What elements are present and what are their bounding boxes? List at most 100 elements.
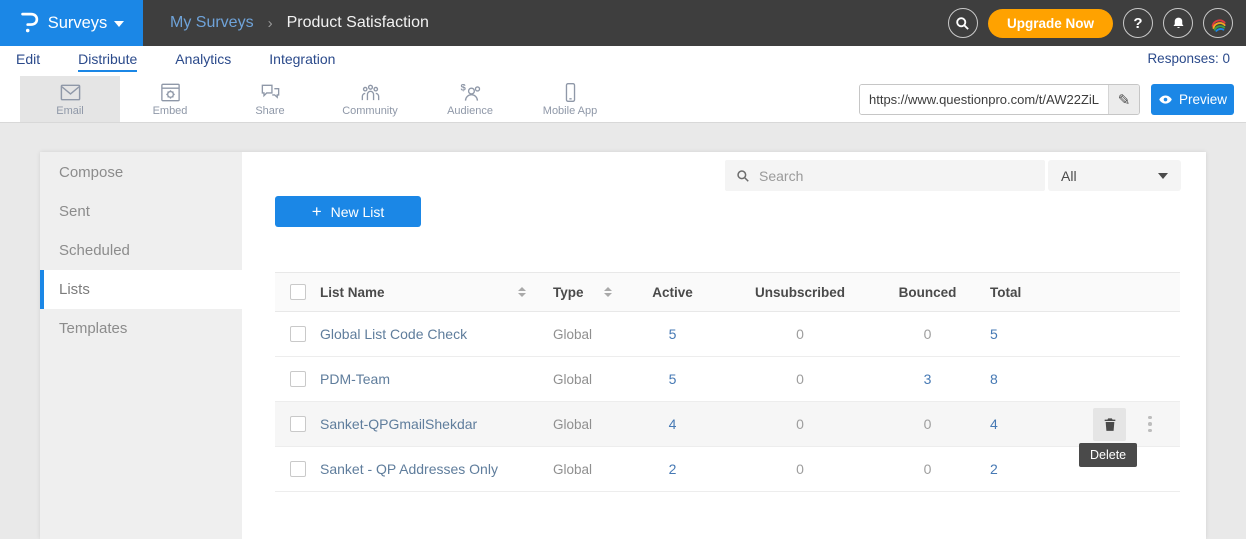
search-icon [736, 169, 750, 183]
list-name-link[interactable]: Sanket - QP Addresses Only [320, 461, 498, 477]
list-type: Global [553, 462, 592, 477]
channel-audience[interactable]: $ Audience [420, 76, 520, 122]
list-name-link[interactable]: Global List Code Check [320, 326, 467, 342]
help-button[interactable]: ? [1123, 8, 1153, 38]
survey-nav: Edit Distribute Analytics Integration Respo… [0, 46, 1246, 76]
app-window: Surveys My Surveys › Product Satisfactio… [0, 0, 1246, 539]
tab-integration[interactable]: Integration [269, 51, 335, 72]
sidebar-item-sent[interactable]: Sent [40, 192, 242, 231]
total-count[interactable]: 8 [990, 371, 998, 387]
list-type: Global [553, 417, 592, 432]
channel-label: Email [56, 105, 84, 117]
product-label: Surveys [48, 14, 108, 33]
community-icon [359, 81, 382, 104]
eye-icon [1158, 92, 1173, 107]
survey-url-group: ✎ [859, 84, 1140, 115]
unsubscribed-count: 0 [796, 416, 804, 432]
row-checkbox[interactable] [290, 371, 306, 387]
header-list-name[interactable]: List Name [320, 285, 385, 300]
avatar-rainbow-icon [1208, 13, 1228, 33]
breadcrumb-my-surveys[interactable]: My Surveys [170, 14, 254, 32]
header-total: Total [980, 285, 1065, 300]
sidebar-item-scheduled[interactable]: Scheduled [40, 231, 242, 270]
channel-community[interactable]: Community [320, 76, 420, 122]
list-search-box [725, 160, 1045, 191]
total-count[interactable]: 4 [990, 416, 998, 432]
tab-edit[interactable]: Edit [16, 51, 40, 72]
channel-mobile-app[interactable]: Mobile App [520, 76, 620, 122]
header-unsubscribed: Unsubscribed [725, 285, 875, 300]
list-filter-dropdown[interactable]: All [1048, 160, 1181, 191]
header-type[interactable]: Type [553, 285, 584, 300]
svg-text:$: $ [460, 83, 466, 94]
unsubscribed-count: 0 [796, 371, 804, 387]
sort-icon[interactable] [604, 287, 612, 297]
sort-icon[interactable] [518, 287, 526, 297]
product-switcher[interactable]: Surveys [0, 0, 143, 46]
distribute-channels: Email Embed Share Community $ Audience Mobile … [20, 76, 620, 122]
channel-embed[interactable]: Embed [120, 76, 220, 122]
row-checkbox[interactable] [290, 326, 306, 342]
mobile-app-icon [559, 81, 582, 104]
channel-label: Community [342, 105, 398, 117]
breadcrumb-current-survey: Product Satisfaction [287, 14, 429, 32]
top-bar: Surveys My Surveys › Product Satisfactio… [0, 0, 1246, 46]
active-count[interactable]: 2 [669, 461, 677, 477]
upgrade-now-button[interactable]: Upgrade Now [988, 9, 1113, 38]
preview-button[interactable]: Preview [1151, 84, 1234, 115]
active-count[interactable]: 5 [669, 371, 677, 387]
lists-main: All + New List List Name Type [242, 152, 1206, 539]
share-icon [259, 81, 282, 104]
email-sidebar: ComposeSentScheduledListsTemplates [40, 152, 242, 539]
table-row: PDM-TeamGlobal5038 [275, 357, 1180, 402]
search-icon [955, 16, 970, 31]
channel-label: Share [255, 105, 284, 117]
plus-icon: + [312, 203, 322, 220]
unsubscribed-count: 0 [796, 461, 804, 477]
list-search-input[interactable] [759, 168, 1034, 184]
survey-nav-items: Edit Distribute Analytics Integration [16, 51, 373, 72]
chevron-down-icon [1158, 173, 1168, 179]
list-name-link[interactable]: PDM-Team [320, 371, 390, 387]
new-list-button[interactable]: + New List [275, 196, 421, 227]
table-body: Global List Code Check Global 5 0 0 5 PDM-Team… [275, 312, 1180, 492]
total-count[interactable]: 5 [990, 326, 998, 342]
account-avatar[interactable] [1203, 8, 1233, 38]
tab-analytics[interactable]: Analytics [175, 51, 231, 72]
channel-label: Embed [153, 105, 188, 117]
sidebar-item-lists[interactable]: Lists [40, 270, 242, 309]
list-type: Global [553, 327, 592, 342]
bounced-count: 0 [924, 461, 932, 477]
survey-url-input[interactable] [860, 85, 1108, 114]
bounced-count[interactable]: 3 [924, 371, 932, 387]
new-list-label: New List [331, 204, 385, 220]
active-count[interactable]: 5 [669, 326, 677, 342]
notifications-button[interactable] [1163, 8, 1193, 38]
tab-distribute[interactable]: Distribute [78, 51, 137, 72]
select-all-checkbox[interactable] [290, 284, 306, 300]
questionpro-logo-icon [19, 11, 41, 35]
row-checkbox[interactable] [290, 461, 306, 477]
sidebar-item-compose[interactable]: Compose [40, 153, 242, 192]
global-search-button[interactable] [948, 8, 978, 38]
delete-tooltip: Delete [1079, 443, 1137, 467]
kebab-menu-icon[interactable] [1144, 412, 1156, 437]
row-checkbox[interactable] [290, 416, 306, 432]
channel-label: Mobile App [543, 105, 597, 117]
trash-icon [1102, 416, 1118, 433]
active-count[interactable]: 4 [669, 416, 677, 432]
list-name-link[interactable]: Sanket-QPGmailShekdar [320, 416, 477, 432]
channel-share[interactable]: Share [220, 76, 320, 122]
lists-panel: ComposeSentScheduledListsTemplates All +… [40, 152, 1206, 539]
channel-email[interactable]: Email [20, 76, 120, 122]
delete-list-button[interactable] [1093, 408, 1126, 441]
bounced-count: 0 [924, 416, 932, 432]
header-active: Active [620, 285, 725, 300]
total-count[interactable]: 2 [990, 461, 998, 477]
pencil-icon: ✎ [1118, 91, 1131, 109]
preview-label: Preview [1179, 92, 1227, 107]
sidebar-item-templates[interactable]: Templates [40, 309, 242, 348]
channel-label: Audience [447, 105, 493, 117]
responses-count: Responses: 0 [1147, 51, 1230, 66]
edit-url-button[interactable]: ✎ [1108, 85, 1139, 114]
